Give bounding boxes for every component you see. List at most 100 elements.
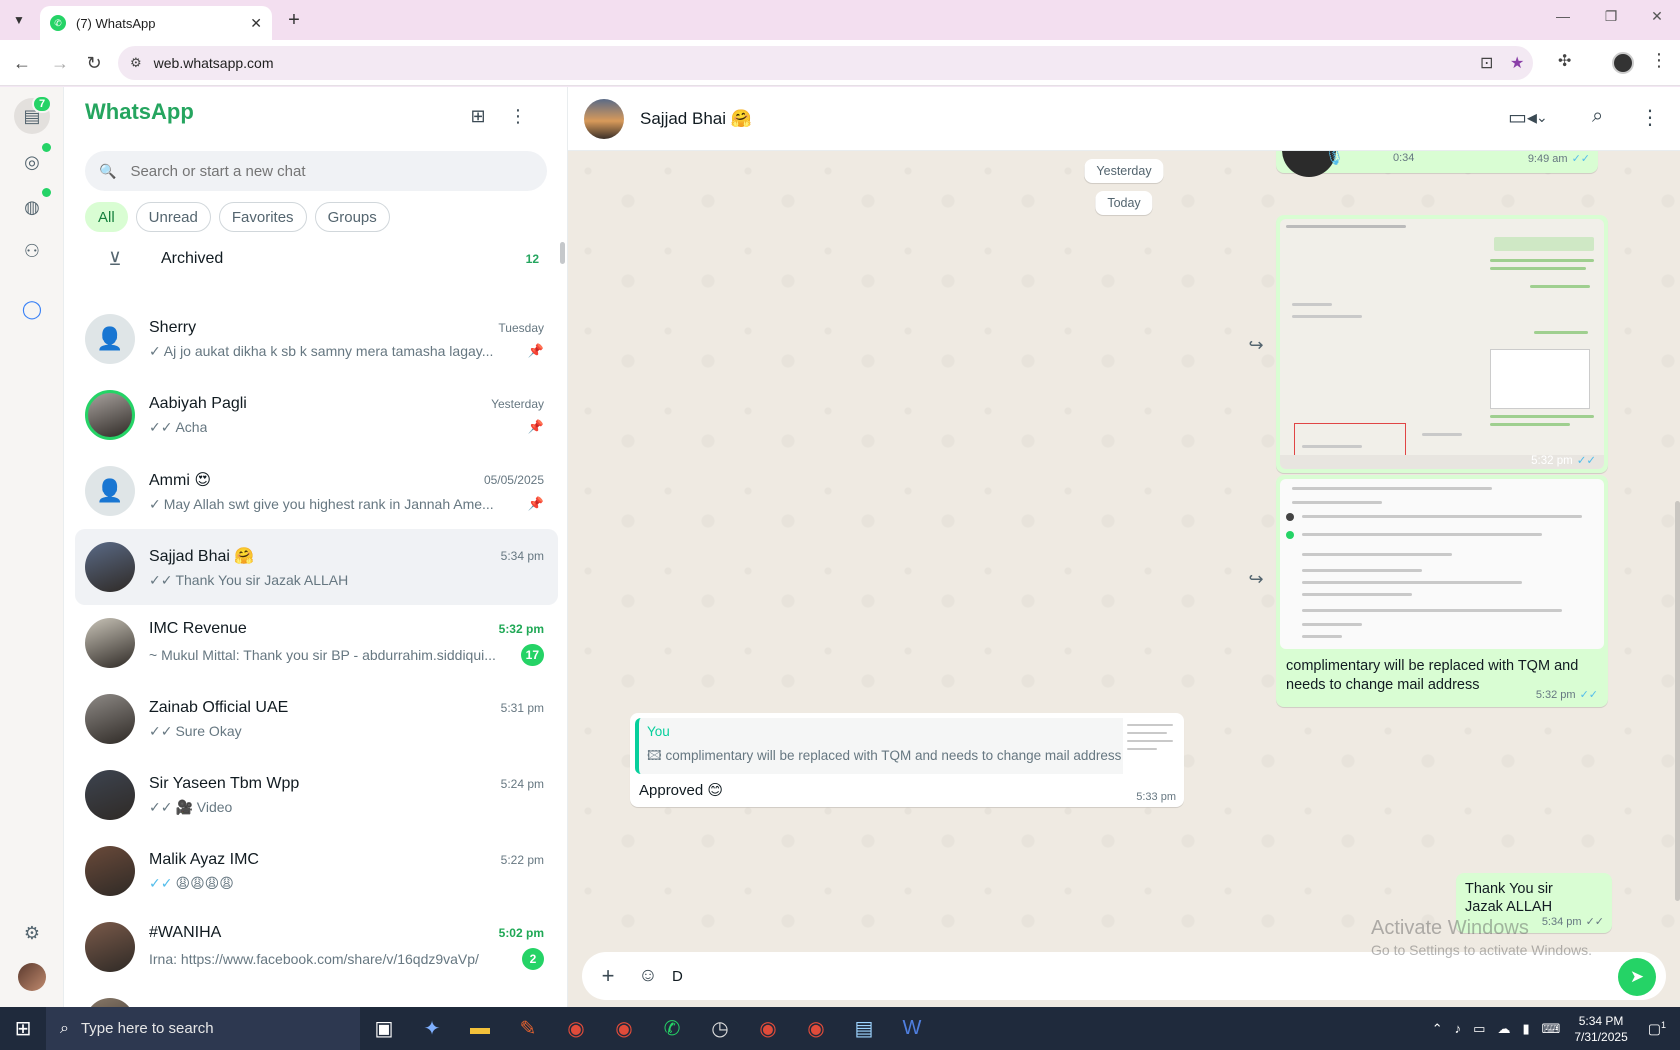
chat-list-scrollbar[interactable]	[560, 242, 565, 264]
search-messages-icon[interactable]: ⌕	[1592, 105, 1603, 128]
browser-menu-icon[interactable]: ⋮	[1650, 50, 1668, 71]
chat-avatar[interactable]	[85, 694, 135, 744]
video-call-icon[interactable]: ▭◂	[1508, 105, 1537, 130]
activation-watermark: Activate Windows Go to Settings to activ…	[1371, 917, 1592, 958]
maximize-button[interactable]: ❐	[1596, 8, 1626, 25]
weather-icon[interactable]: ☁	[1497, 1021, 1510, 1037]
file-explorer-icon[interactable]: ▬	[456, 1007, 504, 1050]
window-close-button[interactable]: ✕	[1642, 8, 1672, 25]
conversation-header[interactable]: Sajjad Bhai 🤗 ▭◂ ⌄ ⌕ ⋮	[568, 87, 1680, 151]
chat-row[interactable]: #WANIHA 5:02 pm Irna: https://www.facebook…	[75, 909, 558, 985]
taskbar-clock[interactable]: 5:34 PM 7/31/2025	[1574, 1013, 1627, 1045]
chat-row[interactable]: Aabiyah Pagli Yesterday ✓✓ Acha 📌	[75, 377, 558, 453]
send-icon[interactable]: ➤	[1618, 958, 1656, 996]
search-input[interactable]	[130, 162, 531, 180]
contact-avatar[interactable]	[584, 98, 624, 139]
chrome-icon[interactable]: ◉	[792, 1007, 840, 1050]
message-input[interactable]: D	[672, 968, 1666, 985]
word-icon[interactable]: W	[888, 1007, 936, 1050]
browser-tab[interactable]: ✆ (7) WhatsApp ✕	[40, 6, 272, 40]
my-profile-avatar[interactable]	[18, 963, 46, 991]
chat-name: Aabiyah Pagli	[149, 394, 247, 412]
default-avatar-icon[interactable]: 👤	[85, 466, 135, 516]
new-chat-icon[interactable]: ⊞	[463, 101, 493, 131]
conversation-menu-icon[interactable]: ⋮	[1640, 105, 1660, 130]
language-icon[interactable]: ⌨	[1542, 1021, 1561, 1037]
url-text: web.whatsapp.com	[153, 55, 274, 71]
volume-icon[interactable]: ♪	[1455, 1021, 1462, 1036]
chrome-icon[interactable]: ◉	[552, 1007, 600, 1050]
tab-search-chevron-icon[interactable]: ▼	[6, 8, 32, 32]
message-input-box[interactable]: + ☺ D ➤	[582, 952, 1666, 1000]
chat-row[interactable]: 👤 Ammi 😍 05/05/2025 ✓ May Allah swt give you…	[75, 453, 558, 529]
date-divider-yesterday: Yesterday	[1084, 159, 1164, 183]
tab-close-icon[interactable]: ✕	[250, 15, 262, 32]
battery-icon[interactable]: ▮	[1522, 1021, 1529, 1037]
minimize-button[interactable]: —	[1548, 8, 1578, 24]
address-bar[interactable]: ⚙ web.whatsapp.com ⊡ ★	[118, 46, 1533, 80]
voice-message[interactable]: 🎙 0:34 9:49 am ✓✓	[1276, 151, 1598, 177]
chat-row[interactable]: IMC Revenue 5:32 pm ~ Mukul Mittal: Thank …	[75, 605, 558, 681]
reload-icon[interactable]: ↻	[82, 51, 106, 75]
copilot-icon[interactable]: ✦	[408, 1007, 456, 1050]
chat-sidebar: WhatsApp ⊞ ⋮ 🔍 All Unread Favorites Grou…	[65, 87, 568, 1048]
incoming-reply-message[interactable]: You 🖾 complimentary will be replaced wit…	[630, 713, 1184, 807]
chat-avatar[interactable]	[85, 922, 135, 972]
communities-icon[interactable]: ⚇	[14, 233, 50, 269]
extensions-puzzle-icon[interactable]: ✣	[1558, 51, 1571, 71]
task-view-icon[interactable]: ▣	[360, 1007, 408, 1050]
new-tab-button[interactable]: +	[282, 8, 306, 32]
chat-row[interactable]: Sir Yaseen Tbm Wpp 5:24 pm ✓✓ 🎥 Video	[75, 757, 558, 833]
chat-avatar[interactable]	[85, 542, 135, 592]
screenshot-image-1[interactable]: 5:32 pm ✓✓	[1280, 219, 1604, 469]
tray-chevron-icon[interactable]: ⌃	[1432, 1021, 1443, 1037]
attach-plus-icon[interactable]: +	[588, 963, 628, 989]
windows-start-icon[interactable]: ⊞	[0, 1007, 46, 1050]
browser-profile-avatar[interactable]	[1612, 52, 1634, 74]
notepad-icon[interactable]: ▤	[840, 1007, 888, 1050]
chat-time: 5:34 pm	[500, 548, 544, 563]
chrome-icon[interactable]: ◉	[744, 1007, 792, 1050]
chat-avatar[interactable]	[85, 618, 135, 668]
sidebar-menu-icon[interactable]: ⋮	[503, 101, 533, 131]
sticker-emoji-icon[interactable]: ☺	[628, 965, 668, 987]
filter-chips: All Unread Favorites Groups	[85, 202, 390, 232]
site-settings-icon[interactable]: ⚙	[130, 55, 142, 71]
back-arrow-icon[interactable]: ←	[10, 51, 34, 75]
chat-avatar[interactable]	[85, 770, 135, 820]
chat-row[interactable]: Malik Ayaz IMC 5:22 pm ✓✓ 😩😩😩😩	[75, 833, 558, 909]
search-box[interactable]: 🔍	[85, 151, 547, 191]
forward-icon[interactable]: ↪	[1241, 564, 1271, 594]
filter-favorites[interactable]: Favorites	[218, 202, 307, 232]
archived-row[interactable]: ⊻ Archived 12	[85, 237, 547, 281]
network-icon[interactable]: ▭	[1473, 1021, 1485, 1037]
clock-app-icon[interactable]: ◷	[696, 1007, 744, 1050]
taskbar-search[interactable]: ⌕ Type here to search	[46, 1007, 360, 1050]
default-avatar-icon[interactable]: 👤	[85, 314, 135, 364]
bookmark-star-icon[interactable]: ★	[1510, 46, 1524, 80]
chrome-icon[interactable]: ◉	[600, 1007, 648, 1050]
image-message-2[interactable]: complimentary will be replaced with TQM …	[1276, 475, 1608, 707]
forward-icon[interactable]: ↪	[1241, 330, 1271, 360]
filter-unread[interactable]: Unread	[135, 202, 211, 232]
chat-row[interactable]: Zainab Official UAE 5:31 pm ✓✓ Sure Okay	[75, 681, 558, 757]
filter-all[interactable]: All	[85, 202, 128, 232]
whatsapp-icon[interactable]: ✆	[648, 1007, 696, 1050]
call-chevron-down-icon[interactable]: ⌄	[1536, 109, 1548, 126]
chat-avatar[interactable]	[85, 846, 135, 896]
meta-ai-icon[interactable]: ◯	[14, 291, 50, 327]
forward-arrow-icon[interactable]: →	[48, 51, 72, 75]
notifications-icon[interactable]: ▢1	[1648, 1020, 1666, 1038]
quoted-message[interactable]: You 🖾 complimentary will be replaced wit…	[635, 718, 1179, 774]
message-scrollbar[interactable]	[1675, 501, 1680, 901]
install-app-icon[interactable]: ⊡	[1480, 46, 1493, 80]
chat-row[interactable]: Sajjad Bhai 🤗 5:34 pm ✓✓ Thank You sir Jaza…	[75, 529, 558, 605]
chat-row[interactable]: 👤 Sherry Tuesday ✓ Aj jo aukat dikha k sb k …	[75, 301, 558, 377]
settings-gear-icon[interactable]: ⚙	[14, 915, 50, 951]
image-message-1[interactable]: 5:32 pm ✓✓	[1276, 215, 1608, 473]
screenshot-image-2[interactable]	[1280, 479, 1604, 649]
contact-name[interactable]: Sajjad Bhai 🤗	[640, 109, 752, 129]
app-icon[interactable]: ✎	[504, 1007, 552, 1050]
chat-avatar[interactable]	[85, 390, 135, 440]
filter-groups[interactable]: Groups	[314, 202, 390, 232]
